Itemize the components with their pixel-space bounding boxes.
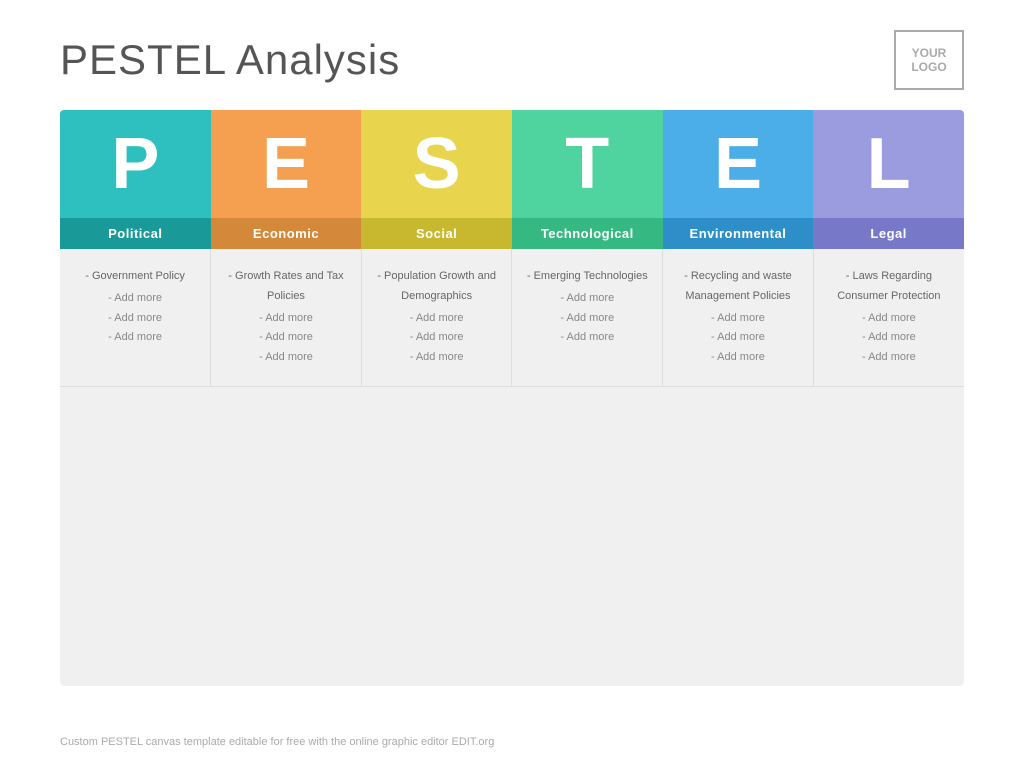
env-item-1: - Recycling and waste Management Policie… bbox=[675, 267, 801, 307]
political-item-1: - Government Policy bbox=[72, 267, 198, 287]
letter-row: P E S T E L bbox=[60, 110, 964, 218]
legal-item-1: - Laws Regarding Consumer Protection bbox=[826, 267, 952, 307]
legal-item-4: - Add more bbox=[826, 348, 952, 368]
pestel-container: P E S T E L Political Economic Social Te… bbox=[60, 110, 964, 686]
page-title: PESTEL Analysis bbox=[60, 36, 400, 84]
economic-item-1: - Growth Rates and Tax Policies bbox=[223, 267, 349, 307]
footer-note: Custom PESTEL canvas template editable f… bbox=[60, 736, 494, 748]
pestel-table: P E S T E L Political Economic Social Te… bbox=[60, 110, 964, 686]
economic-item-4: - Add more bbox=[223, 348, 349, 368]
political-item-4: - Add more bbox=[72, 328, 198, 348]
letter-p: P bbox=[60, 110, 211, 218]
economic-item-3: - Add more bbox=[223, 328, 349, 348]
label-row: Political Economic Social Technological … bbox=[60, 218, 964, 249]
content-economic: - Growth Rates and Tax Policies - Add mo… bbox=[211, 249, 362, 386]
legal-item-2: - Add more bbox=[826, 309, 952, 329]
logo-placeholder: YOURLOGO bbox=[894, 30, 964, 90]
empty-row bbox=[60, 386, 964, 686]
tech-item-3: - Add more bbox=[524, 309, 650, 329]
social-item-3: - Add more bbox=[374, 328, 500, 348]
letter-t: T bbox=[512, 110, 663, 218]
content-social: - Population Growth and Demographics - A… bbox=[361, 249, 512, 386]
content-legal: - Laws Regarding Consumer Protection - A… bbox=[813, 249, 964, 386]
page: PESTEL Analysis YOURLOGO P E S T E L Pol… bbox=[0, 0, 1024, 768]
legal-item-3: - Add more bbox=[826, 328, 952, 348]
label-technological: Technological bbox=[512, 218, 663, 249]
label-economic: Economic bbox=[211, 218, 362, 249]
social-item-2: - Add more bbox=[374, 309, 500, 329]
env-item-3: - Add more bbox=[675, 328, 801, 348]
political-item-3: - Add more bbox=[72, 309, 198, 329]
tech-item-1: - Emerging Technologies bbox=[524, 267, 650, 287]
letter-l: L bbox=[813, 110, 964, 218]
logo-text: YOURLOGO bbox=[911, 46, 946, 75]
label-social: Social bbox=[361, 218, 512, 249]
tech-item-2: - Add more bbox=[524, 289, 650, 309]
social-item-1: - Population Growth and Demographics bbox=[374, 267, 500, 307]
tech-item-4: - Add more bbox=[524, 328, 650, 348]
letter-e2: E bbox=[663, 110, 814, 218]
letter-e1: E bbox=[211, 110, 362, 218]
content-environmental: - Recycling and waste Management Policie… bbox=[663, 249, 814, 386]
political-item-2: - Add more bbox=[72, 289, 198, 309]
content-political: - Government Policy - Add more - Add mor… bbox=[60, 249, 211, 386]
header: PESTEL Analysis YOURLOGO bbox=[0, 0, 1024, 110]
content-row: - Government Policy - Add more - Add mor… bbox=[60, 249, 964, 386]
env-item-2: - Add more bbox=[675, 309, 801, 329]
label-environmental: Environmental bbox=[663, 218, 814, 249]
label-political: Political bbox=[60, 218, 211, 249]
social-item-4: - Add more bbox=[374, 348, 500, 368]
content-technological: - Emerging Technologies - Add more - Add… bbox=[512, 249, 663, 386]
economic-item-2: - Add more bbox=[223, 309, 349, 329]
letter-s: S bbox=[361, 110, 512, 218]
env-item-4: - Add more bbox=[675, 348, 801, 368]
label-legal: Legal bbox=[813, 218, 964, 249]
